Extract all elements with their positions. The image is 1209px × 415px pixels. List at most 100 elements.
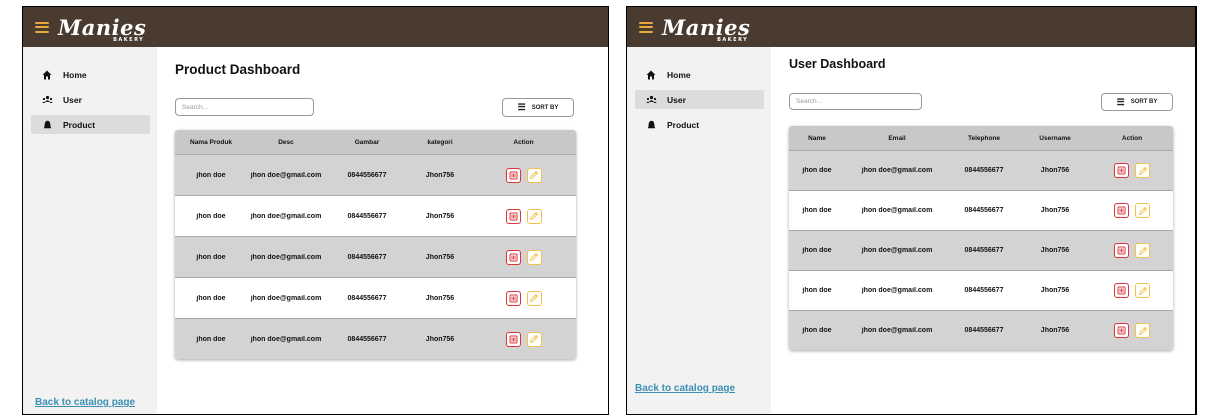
product-table: Nama Produk Desc Gambar kategori Action jhon … bbox=[175, 130, 576, 359]
table-cell: jhon doe@gmail.com bbox=[250, 212, 322, 220]
edit-icon[interactable] bbox=[1135, 163, 1150, 178]
table-cell: jhon doe bbox=[802, 207, 832, 214]
row-actions bbox=[471, 208, 576, 224]
column-header[interactable]: kategori bbox=[409, 139, 471, 146]
column-header[interactable]: Action bbox=[471, 139, 576, 146]
row-actions bbox=[1091, 283, 1173, 298]
column-header[interactable]: Action bbox=[1091, 135, 1173, 142]
table-cell: 0844556677 bbox=[347, 171, 387, 179]
sidebar-item-user[interactable]: User bbox=[635, 90, 764, 109]
table-cell: jhon doe bbox=[802, 287, 832, 294]
user-table: Name Email Telephone Username Action jhon doe… bbox=[789, 126, 1173, 350]
sort-icon: ☰ bbox=[517, 102, 526, 112]
table-cell: jhon doe@gmail.com bbox=[250, 171, 322, 179]
table-cell: Jhon756 bbox=[1040, 207, 1070, 214]
back-to-catalog-link[interactable]: Back to catalog page bbox=[35, 397, 135, 408]
row-actions bbox=[1091, 163, 1173, 178]
users-icon bbox=[645, 95, 657, 105]
table-row[interactable]: jhon doe jhon doe@gmail.com 0844556677 Jhon… bbox=[175, 318, 576, 359]
edit-icon[interactable] bbox=[526, 208, 542, 224]
column-header[interactable]: Desc bbox=[247, 139, 325, 146]
search-input[interactable]: Search... bbox=[789, 93, 922, 110]
table-row[interactable]: jhon doe jhon doe@gmail.com 0844556677 Jhon… bbox=[175, 195, 576, 236]
column-header[interactable]: Telephone bbox=[949, 135, 1019, 142]
table-cell: jhon doe bbox=[802, 247, 832, 254]
row-actions bbox=[471, 167, 576, 183]
row-actions bbox=[471, 331, 576, 347]
table-cell: Jhon756 bbox=[1040, 247, 1070, 254]
edit-icon[interactable] bbox=[526, 249, 542, 265]
back-to-catalog-link[interactable]: Back to catalog page bbox=[635, 383, 735, 394]
edit-icon[interactable] bbox=[1135, 323, 1150, 338]
edit-icon[interactable] bbox=[526, 290, 542, 306]
sidebar-item-home[interactable]: Home bbox=[31, 65, 150, 84]
sidebar-item-home[interactable]: Home bbox=[635, 65, 764, 84]
table-row[interactable]: jhon doe jhon doe@gmail.com 0844556677 Jhon… bbox=[789, 270, 1173, 310]
delete-icon[interactable] bbox=[505, 249, 521, 265]
sidebar: Home User Product Back to catalog page bbox=[23, 47, 157, 414]
delete-icon[interactable] bbox=[505, 331, 521, 347]
main-content: Product Dashboard Search... ☰ SORT BY Na… bbox=[157, 47, 608, 414]
table-cell: 0844556677 bbox=[964, 247, 1004, 254]
brand-logo[interactable]: Manies BAKERY bbox=[662, 17, 750, 43]
table-row[interactable]: jhon doe jhon doe@gmail.com 0844556677 Jhon… bbox=[789, 150, 1173, 190]
sidebar-item-product[interactable]: Product bbox=[31, 115, 150, 134]
table-cell: jhon doe@gmail.com bbox=[861, 247, 933, 254]
delete-icon[interactable] bbox=[1114, 283, 1129, 298]
table-cell: jhon doe@gmail.com bbox=[861, 167, 933, 174]
page-title: Product Dashboard bbox=[175, 62, 301, 77]
search-placeholder: Search... bbox=[182, 103, 209, 111]
edit-icon[interactable] bbox=[1135, 203, 1150, 218]
brand-logo[interactable]: Manies BAKERY bbox=[58, 17, 146, 43]
column-header[interactable]: Name bbox=[789, 135, 845, 142]
search-input[interactable]: Search... bbox=[175, 98, 314, 116]
delete-icon[interactable] bbox=[1114, 163, 1129, 178]
sidebar-item-label: Product bbox=[667, 119, 700, 130]
row-actions bbox=[1091, 323, 1173, 338]
product-icon bbox=[645, 120, 657, 130]
table-cell: 0844556677 bbox=[347, 335, 387, 343]
delete-icon[interactable] bbox=[1114, 323, 1129, 338]
hamburger-menu-icon[interactable] bbox=[35, 21, 49, 33]
column-header[interactable]: Gambar bbox=[325, 139, 409, 146]
sort-icon: ☰ bbox=[1116, 96, 1125, 107]
table-row[interactable]: jhon doe jhon doe@gmail.com 0844556677 Jhon… bbox=[175, 277, 576, 318]
row-actions bbox=[471, 290, 576, 306]
edit-icon[interactable] bbox=[526, 167, 542, 183]
table-row[interactable]: jhon doe jhon doe@gmail.com 0844556677 Jhon… bbox=[175, 154, 576, 195]
users-icon bbox=[41, 95, 53, 105]
table-cell: jhon doe@gmail.com bbox=[250, 253, 322, 261]
column-header[interactable]: Username bbox=[1019, 135, 1091, 142]
top-bar: Manies BAKERY bbox=[23, 7, 608, 47]
table-cell: 0844556677 bbox=[964, 287, 1004, 294]
delete-icon[interactable] bbox=[1114, 203, 1129, 218]
sidebar-item-user[interactable]: User bbox=[31, 90, 150, 109]
hamburger-menu-icon[interactable] bbox=[639, 21, 653, 33]
table-cell: Jhon756 bbox=[425, 294, 455, 302]
delete-icon[interactable] bbox=[505, 290, 521, 306]
edit-icon[interactable] bbox=[1135, 243, 1150, 258]
sidebar-item-label: User bbox=[667, 94, 686, 105]
table-row[interactable]: jhon doe jhon doe@gmail.com 0844556677 Jhon… bbox=[789, 310, 1173, 350]
sort-by-button[interactable]: ☰ SORT BY bbox=[1101, 93, 1173, 111]
table-cell: Jhon756 bbox=[425, 171, 455, 179]
table-cell: jhon doe bbox=[196, 171, 226, 179]
page-title: User Dashboard bbox=[789, 57, 886, 71]
column-header[interactable]: Nama Produk bbox=[175, 139, 247, 146]
edit-icon[interactable] bbox=[526, 331, 542, 347]
table-cell: jhon doe bbox=[196, 335, 226, 343]
table-row[interactable]: jhon doe jhon doe@gmail.com 0844556677 Jhon… bbox=[789, 230, 1173, 270]
sort-by-button[interactable]: ☰ SORT BY bbox=[502, 98, 574, 117]
table-cell: jhon doe@gmail.com bbox=[250, 294, 322, 302]
table-row[interactable]: jhon doe jhon doe@gmail.com 0844556677 Jhon… bbox=[789, 190, 1173, 230]
table-cell: 0844556677 bbox=[964, 207, 1004, 214]
delete-icon[interactable] bbox=[1114, 243, 1129, 258]
table-row[interactable]: jhon doe jhon doe@gmail.com 0844556677 Jhon… bbox=[175, 236, 576, 277]
sidebar-item-label: Home bbox=[667, 69, 691, 80]
delete-icon[interactable] bbox=[505, 167, 521, 183]
table-cell: 0844556677 bbox=[347, 294, 387, 302]
sidebar-item-product[interactable]: Product bbox=[635, 115, 764, 134]
delete-icon[interactable] bbox=[505, 208, 521, 224]
column-header[interactable]: Email bbox=[845, 135, 949, 142]
edit-icon[interactable] bbox=[1135, 283, 1150, 298]
